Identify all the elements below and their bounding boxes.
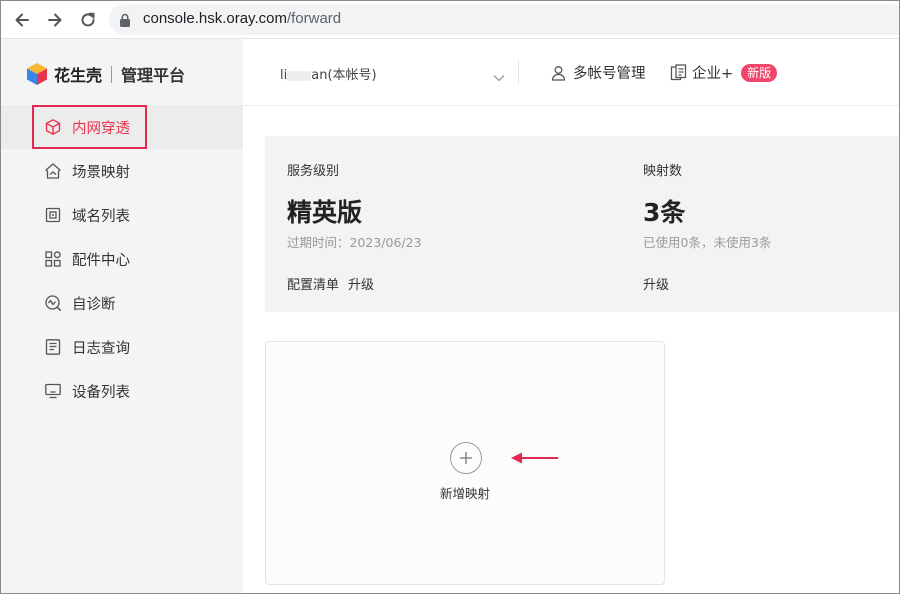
mapping-upgrade-link[interactable]: 升级 [643, 278, 669, 293]
account-suffix: an(本帐号) [311, 68, 377, 83]
new-version-badge: 新版 [741, 63, 778, 82]
mapping-count-label: 映射数 [643, 164, 683, 179]
plus-icon[interactable] [450, 442, 482, 474]
sidebar-item-self-diagnose[interactable]: 自诊断 [1, 281, 243, 325]
service-level-block: 服务级别 精英版 过期时间：2023/06/23 [287, 160, 422, 251]
reload-icon[interactable] [77, 9, 99, 31]
sidebar-item-label: 自诊断 [72, 296, 116, 313]
expire-date: 过期时间：2023/06/23 [287, 235, 422, 250]
platform-name: 管理平台 [121, 66, 186, 85]
enterprise-icon [670, 64, 687, 81]
house-icon [43, 161, 63, 181]
upgrade-link[interactable]: 升级 [348, 278, 374, 293]
grid-icon [43, 249, 63, 269]
brand-divider [111, 65, 113, 83]
pointer-arrow-icon [511, 449, 559, 468]
url-domain: console.hsk.oray.com [143, 10, 287, 27]
header-divider [518, 59, 519, 85]
sidebar-item-device-list[interactable]: 设备列表 [1, 369, 243, 413]
mapping-actions: 升级 [643, 274, 678, 293]
cube-icon [43, 117, 63, 137]
top-header: li an(本帐号) 多帐号管理 企业+ 新版 [243, 39, 899, 106]
forward-arrow-icon[interactable] [44, 9, 66, 31]
add-mapping-label[interactable]: 新增映射 [266, 483, 664, 502]
sidebar-item-label: 内网穿透 [72, 120, 130, 137]
sidebar-menu: 内网穿透 场景映射 域名列表 配件中心 自诊断 日志查询 设备列表 [1, 105, 243, 413]
sidebar-item-label: 场景映射 [72, 164, 130, 181]
brand-name: 花生壳 [54, 66, 103, 85]
config-list-link[interactable]: 配置清单 [287, 278, 339, 293]
add-mapping-card[interactable]: 新增映射 [265, 341, 665, 585]
sidebar-item-label: 域名列表 [72, 208, 130, 225]
service-summary-panel: 服务级别 精英版 过期时间：2023/06/23 配置清单 升级 映射数 3条 已… [265, 136, 899, 312]
multi-account-label: 多帐号管理 [573, 66, 646, 82]
oray-logo-icon [25, 62, 49, 86]
sidebar-item-label: 日志查询 [72, 340, 130, 357]
account-selector[interactable]: li an(本帐号) [280, 64, 377, 83]
main-content: 服务级别 精英版 过期时间：2023/06/23 配置清单 升级 映射数 3条 已… [243, 106, 899, 593]
service-level-label: 服务级别 [287, 164, 340, 179]
service-level-value: 精英版 [287, 198, 363, 227]
service-level-actions: 配置清单 升级 [287, 274, 383, 293]
sidebar-item-domain-list[interactable]: 域名列表 [1, 193, 243, 237]
address-bar[interactable]: console.hsk.oray.com/forward [109, 4, 899, 35]
back-arrow-icon[interactable] [11, 9, 33, 31]
mapping-count-block: 映射数 3条 已使用0条，未使用3条 [643, 160, 771, 251]
sidebar-item-label: 配件中心 [72, 252, 130, 269]
multi-account-link[interactable]: 多帐号管理 [551, 62, 646, 83]
sidebar-item-log-query[interactable]: 日志查询 [1, 325, 243, 369]
log-icon [43, 337, 63, 357]
chevron-down-icon[interactable] [493, 67, 505, 86]
sidebar-item-intranet[interactable]: 内网穿透 [1, 105, 243, 149]
diagnose-icon [43, 293, 63, 313]
mapping-usage: 已使用0条，未使用3条 [643, 235, 772, 250]
user-icon [551, 65, 566, 81]
lock-icon [119, 12, 131, 31]
monitor-icon [43, 381, 63, 401]
enterprise-label: 企业+ [692, 66, 734, 82]
url-text: console.hsk.oray.com/forward [143, 10, 341, 27]
sidebar: 花生壳 管理平台 内网穿透 场景映射 域名列表 配件中心 自诊断 日志查询 设备… [1, 39, 243, 593]
sidebar-item-label: 设备列表 [72, 384, 130, 401]
brand-logo[interactable]: 花生壳 管理平台 [25, 62, 185, 86]
browser-toolbar: console.hsk.oray.com/forward [1, 1, 899, 39]
sidebar-item-scene-mapping[interactable]: 场景映射 [1, 149, 243, 193]
account-prefix: li [280, 68, 288, 83]
domain-icon [43, 205, 63, 225]
url-path: /forward [286, 10, 342, 27]
mapping-count-value: 3条 [643, 198, 686, 227]
window-frame: console.hsk.oray.com/forward 花生壳 管理平台 内网… [0, 0, 900, 594]
sidebar-item-accessories[interactable]: 配件中心 [1, 237, 243, 281]
enterprise-link[interactable]: 企业+ 新版 [670, 62, 778, 83]
account-redacted [287, 70, 312, 81]
